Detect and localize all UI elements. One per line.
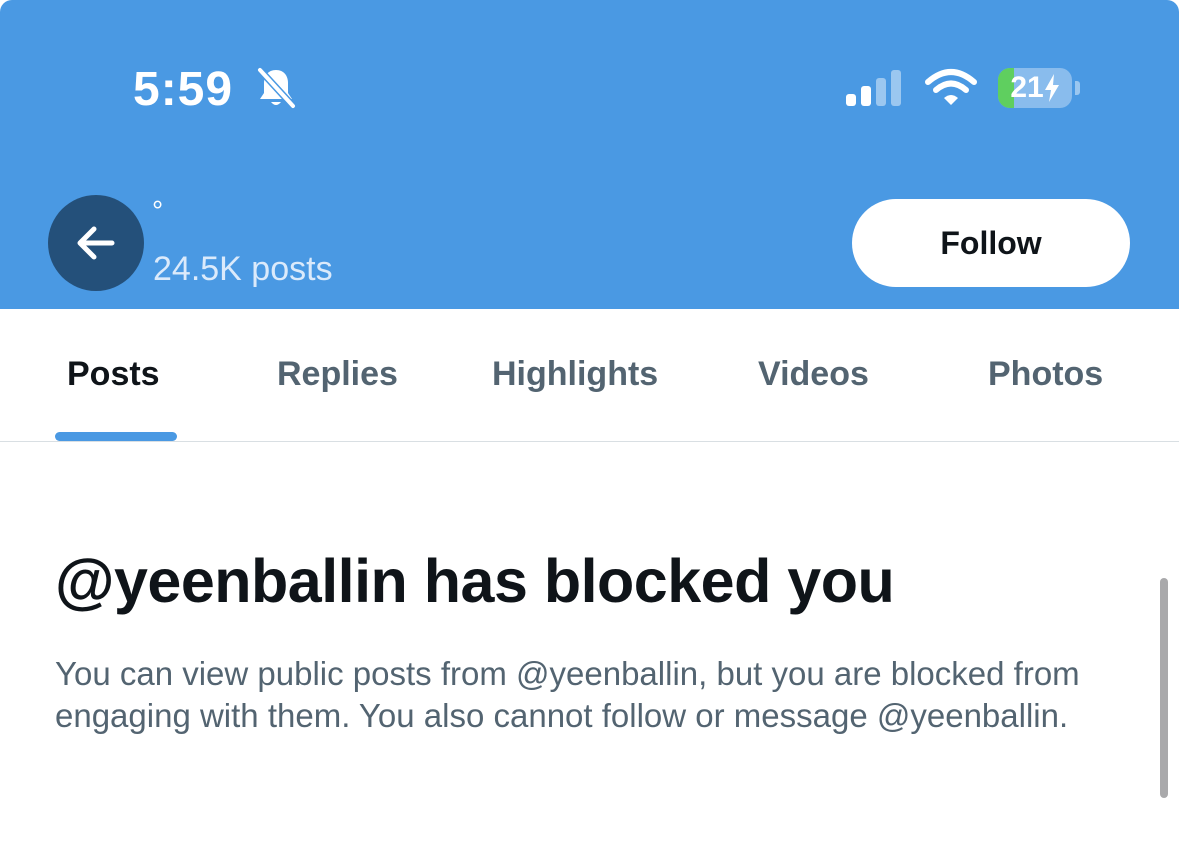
active-tab-indicator: [55, 432, 177, 441]
tab-highlights[interactable]: Highlights: [492, 355, 658, 394]
post-count: 24.5K posts: [153, 250, 333, 288]
blocked-description: You can view public posts from @yeenball…: [55, 655, 1080, 734]
back-button[interactable]: [48, 195, 144, 291]
tab-replies[interactable]: Replies: [277, 355, 398, 394]
status-time: 5:59: [133, 63, 234, 116]
profile-name: °: [152, 195, 164, 226]
lightning-icon: [1044, 74, 1059, 102]
scrollbar[interactable]: [1160, 578, 1168, 798]
blocked-title: @yeenballin has blocked you: [55, 547, 895, 615]
profile-header: 5:59 21 ° 24.5K posts Follow: [0, 0, 1179, 309]
profile-tabs: Posts Replies Highlights Videos Photos: [0, 309, 1179, 442]
follow-button[interactable]: Follow: [852, 199, 1130, 287]
battery-label: 21: [998, 68, 1072, 108]
cellular-signal-icon: [846, 70, 904, 111]
wifi-icon: [925, 68, 977, 113]
battery-level: 21: [1010, 71, 1044, 104]
arrow-left-icon: [77, 226, 115, 260]
tab-posts[interactable]: Posts: [67, 355, 160, 394]
bell-slash-icon: [255, 66, 297, 115]
tab-photos[interactable]: Photos: [988, 355, 1103, 394]
battery-cap: [1075, 81, 1080, 95]
battery-charging-icon: 21: [998, 68, 1072, 108]
tab-videos[interactable]: Videos: [758, 355, 869, 394]
